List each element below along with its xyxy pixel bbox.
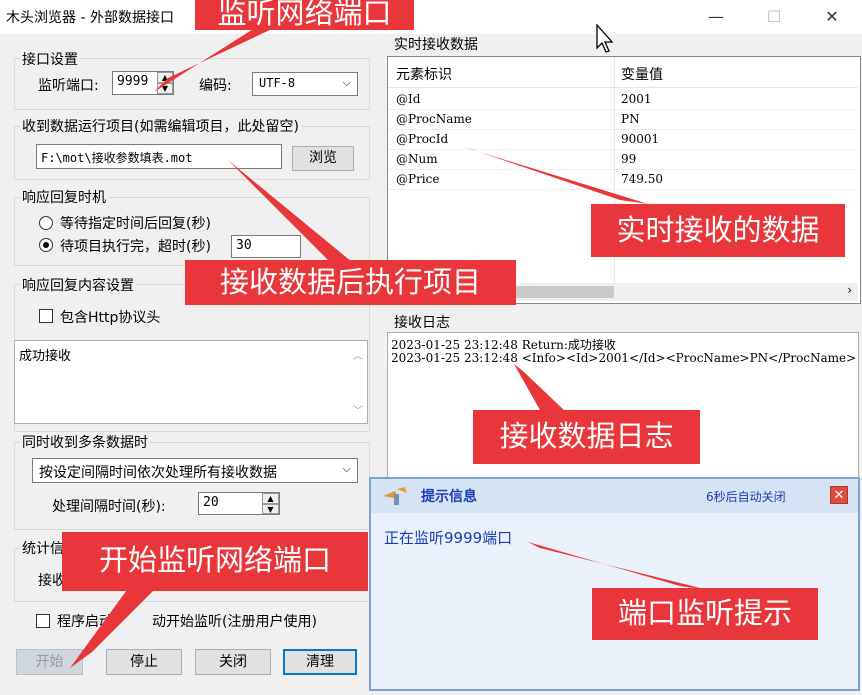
arrow-log	[514, 364, 566, 412]
arrow-realtime	[462, 146, 648, 204]
callout-listen-port: 监听网络端口	[195, 0, 414, 30]
callout-run-project: 接收数据后执行项目	[185, 260, 516, 305]
mouse-cursor-icon	[596, 24, 614, 53]
callout-log: 接收数据日志	[473, 410, 700, 464]
arrow-port-tip	[528, 542, 708, 590]
arrow-listen-port	[154, 26, 274, 92]
callout-start-listen: 开始监听网络端口	[62, 532, 368, 591]
callout-realtime-data: 实时接收的数据	[591, 204, 845, 257]
callout-port-tip: 端口监听提示	[592, 588, 818, 640]
arrow-run-project	[228, 160, 352, 262]
